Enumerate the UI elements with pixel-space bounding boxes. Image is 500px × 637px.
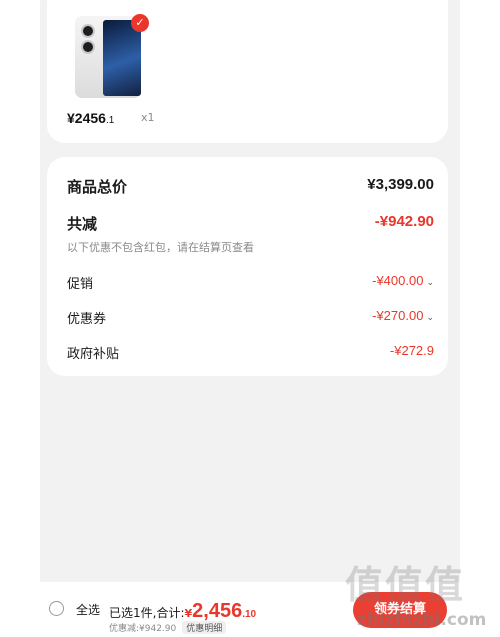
phone-screen [103, 20, 141, 96]
camera-lens-bottom [81, 40, 95, 54]
camera-lens-top [81, 24, 95, 38]
selected-check-icon[interactable]: ✓ [131, 14, 149, 32]
gov-subsidy-label: 政府补贴 [67, 347, 120, 362]
price-summary-card: 商品总价 ¥3,399.00 共减 -¥942.90 以下优惠不包含红包，请在结… [47, 157, 448, 376]
gov-subsidy-value: -¥272.9 [389, 343, 434, 358]
discount-summary-text: 优惠减:¥942.90 [109, 624, 177, 634]
total-price-label: 商品总价 [67, 178, 128, 196]
select-all-radio[interactable] [49, 601, 64, 616]
promotion-value: -¥400.00 [372, 273, 424, 288]
total-reduction-label: 共减 [67, 215, 98, 233]
selected-prefix: 已选1件,合计: [109, 606, 185, 620]
checkout-total-currency: ¥ [184, 607, 193, 620]
product-price-dec: .1 [105, 115, 115, 126]
chevron-down-icon[interactable]: ⌄ [426, 277, 434, 287]
cart-screen: ✓ ¥2456.1 x1 商品总价 ¥3,399.00 共减 -¥942.90 … [40, 0, 460, 637]
promotion-label: 促销 [67, 277, 94, 292]
discount-detail-button[interactable]: 优惠明细 [182, 621, 227, 634]
discount-summary: 优惠减:¥942.90 优惠明细 [109, 621, 227, 634]
checkout-total-int: 2,456 [192, 600, 243, 622]
product-price-int: ¥2456 [67, 110, 106, 126]
coupon-value: -¥270.00 [372, 308, 424, 323]
chevron-down-icon[interactable]: ⌄ [426, 312, 434, 322]
discount-note: 以下优惠不包含红包，请在结算页查看 [67, 241, 254, 254]
selected-summary: 已选1件,合计:¥2,456.10 [109, 600, 256, 623]
coupon-value-wrap: -¥270.00 ⌄ [372, 308, 434, 323]
product-card: ✓ ¥2456.1 x1 [47, 0, 448, 143]
coupon-label: 优惠券 [67, 312, 107, 327]
product-thumbnail[interactable]: ✓ [73, 14, 149, 100]
promotion-value-wrap: -¥400.00 ⌄ [372, 273, 434, 288]
product-quantity: x1 [141, 111, 155, 124]
watermark-text: zhizhizhi.com [357, 610, 487, 630]
watermark-logo: 值值值 zhizhizhi.com [345, 554, 495, 634]
checkout-total-dec: .10 [242, 609, 257, 620]
total-price-value: ¥3,399.00 [367, 176, 434, 193]
product-price: ¥2456.1 [67, 110, 114, 126]
phone-image [75, 16, 141, 98]
total-reduction-value: -¥942.90 [374, 213, 434, 230]
select-all-label[interactable]: 全选 [76, 601, 100, 618]
watermark-glyphs: 值值值 [345, 563, 466, 607]
checkout-total: ¥2,456.10 [184, 600, 257, 622]
